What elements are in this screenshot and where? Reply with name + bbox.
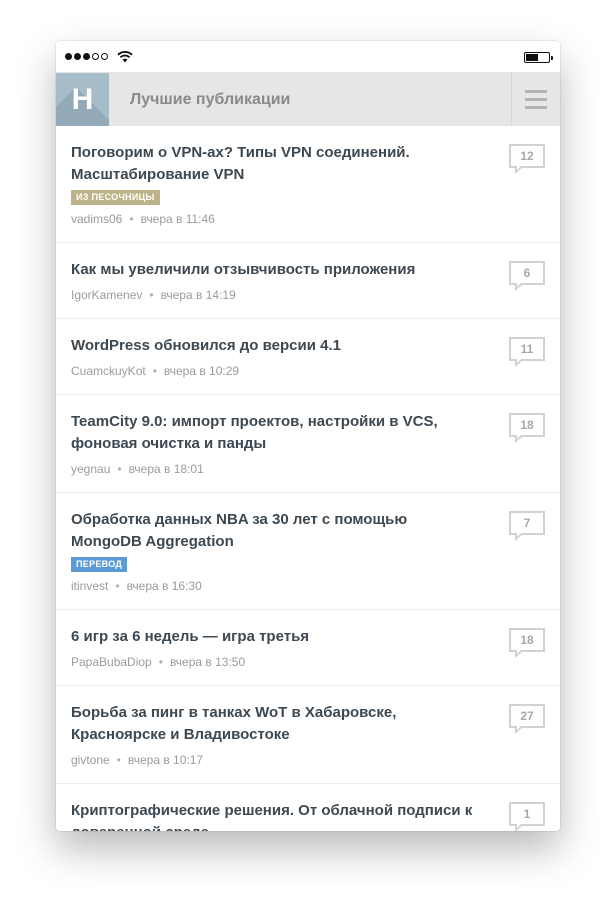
post-time: вчера в 18:01 bbox=[128, 462, 204, 476]
post-meta: givtone • вчера в 10:17 bbox=[71, 753, 480, 767]
status-bar bbox=[56, 41, 560, 73]
app-header: H Лучшие публикации bbox=[56, 73, 560, 126]
post-author[interactable]: vadims06 bbox=[71, 212, 122, 226]
post-time: вчера в 13:50 bbox=[169, 655, 246, 669]
page-title: Лучшие публикации bbox=[130, 90, 291, 108]
post-meta: itinvest • вчера в 16:30 bbox=[71, 579, 480, 593]
comments-count: 6 bbox=[523, 266, 531, 280]
post-author[interactable]: givtone bbox=[71, 753, 110, 767]
post-meta: yegnau • вчера в 18:01 bbox=[71, 462, 480, 476]
comments-count-badge[interactable]: 18 bbox=[509, 628, 545, 658]
meta-separator: • bbox=[152, 364, 157, 378]
logo-letter: H bbox=[71, 82, 94, 116]
habr-logo[interactable]: H bbox=[56, 73, 109, 126]
post-item[interactable]: Криптографические решения. От облачной п… bbox=[56, 784, 560, 831]
meta-separator: • bbox=[117, 462, 122, 476]
signal-dot bbox=[83, 53, 90, 60]
post-title[interactable]: Обработка данных NBA за 30 лет с помощью… bbox=[71, 509, 480, 553]
signal-dot bbox=[74, 53, 81, 60]
signal-dot bbox=[92, 53, 99, 60]
comments-count-badge[interactable]: 18 bbox=[509, 413, 545, 443]
post-time: вчера в 14:19 bbox=[160, 288, 236, 302]
meta-separator: • bbox=[149, 288, 154, 302]
comments-count-badge[interactable]: 27 bbox=[509, 704, 545, 734]
phone-frame: H Лучшие публикации Поговорим о VPN-ах? … bbox=[56, 41, 560, 831]
comments-count: 11 bbox=[520, 342, 534, 356]
post-title[interactable]: Как мы увеличили отзывчивость приложения bbox=[71, 259, 480, 281]
post-title[interactable]: WordPress обновился до версии 4.1 bbox=[71, 335, 480, 357]
post-author[interactable]: IgorKamenev bbox=[71, 288, 142, 302]
post-author[interactable]: yegnau bbox=[71, 462, 110, 476]
post-item[interactable]: WordPress обновился до версии 4.1 Cuamcku… bbox=[56, 319, 560, 395]
comments-count-badge[interactable]: 12 bbox=[509, 144, 545, 174]
meta-separator: • bbox=[116, 753, 121, 767]
post-item[interactable]: Как мы увеличили отзывчивость приложения… bbox=[56, 243, 560, 319]
post-title[interactable]: 6 игр за 6 недель — игра третья bbox=[71, 626, 480, 648]
post-item[interactable]: Борьба за пинг в танках WoT в Хабаровске… bbox=[56, 686, 560, 784]
post-author[interactable]: CuamckuyKot bbox=[71, 364, 146, 378]
post-item[interactable]: Поговорим о VPN-ах? Типы VPN соединений.… bbox=[56, 126, 560, 243]
comments-count: 1 bbox=[523, 807, 531, 821]
post-tag-badge: ПЕРЕВОД bbox=[71, 557, 128, 572]
signal-strength-icon bbox=[65, 53, 108, 60]
signal-dot bbox=[65, 53, 72, 60]
comments-count-badge[interactable]: 7 bbox=[509, 511, 545, 541]
signal-dot bbox=[101, 53, 108, 60]
battery-icon bbox=[524, 52, 553, 63]
post-time: вчера в 16:30 bbox=[126, 579, 202, 593]
post-tag-badge: ИЗ ПЕСОЧНИЦЫ bbox=[71, 190, 160, 205]
post-title[interactable]: Борьба за пинг в танках WoT в Хабаровске… bbox=[71, 702, 480, 746]
post-author[interactable]: PapaBubaDiop bbox=[71, 655, 152, 669]
post-title[interactable]: Поговорим о VPN-ах? Типы VPN соединений.… bbox=[71, 142, 480, 186]
comments-count: 27 bbox=[520, 709, 534, 723]
post-meta: CuamckuyKot • вчера в 10:29 bbox=[71, 364, 480, 378]
post-item[interactable]: TeamCity 9.0: импорт проектов, настройки… bbox=[56, 395, 560, 493]
post-meta: IgorKamenev • вчера в 14:19 bbox=[71, 288, 480, 302]
post-item[interactable]: 6 игр за 6 недель — игра третья PapaBubaD… bbox=[56, 610, 560, 686]
comments-count: 12 bbox=[520, 149, 534, 163]
post-time: вчера в 10:17 bbox=[127, 753, 204, 767]
meta-separator: • bbox=[129, 212, 134, 226]
comments-count-badge[interactable]: 6 bbox=[509, 261, 545, 291]
comments-count: 18 bbox=[520, 418, 534, 432]
wifi-icon bbox=[117, 51, 133, 63]
post-meta: vadims06 • вчера в 11:46 bbox=[71, 212, 480, 226]
post-item[interactable]: Обработка данных NBA за 30 лет с помощью… bbox=[56, 493, 560, 610]
post-time: вчера в 11:46 bbox=[140, 212, 215, 226]
comments-count-badge[interactable]: 1 bbox=[509, 802, 545, 831]
post-time: вчера в 10:29 bbox=[163, 364, 240, 378]
hamburger-menu-icon[interactable] bbox=[511, 73, 560, 126]
post-title[interactable]: Криптографические решения. От облачной п… bbox=[71, 800, 480, 831]
comments-count-badge[interactable]: 11 bbox=[509, 337, 545, 367]
meta-separator: • bbox=[115, 579, 120, 593]
post-author[interactable]: itinvest bbox=[71, 579, 108, 593]
post-meta: PapaBubaDiop • вчера в 13:50 bbox=[71, 655, 480, 669]
meta-separator: • bbox=[158, 655, 163, 669]
comments-count: 18 bbox=[520, 633, 534, 647]
post-list: Поговорим о VPN-ах? Типы VPN соединений.… bbox=[56, 126, 560, 831]
comments-count: 7 bbox=[523, 516, 531, 530]
post-title[interactable]: TeamCity 9.0: импорт проектов, настройки… bbox=[71, 411, 480, 455]
